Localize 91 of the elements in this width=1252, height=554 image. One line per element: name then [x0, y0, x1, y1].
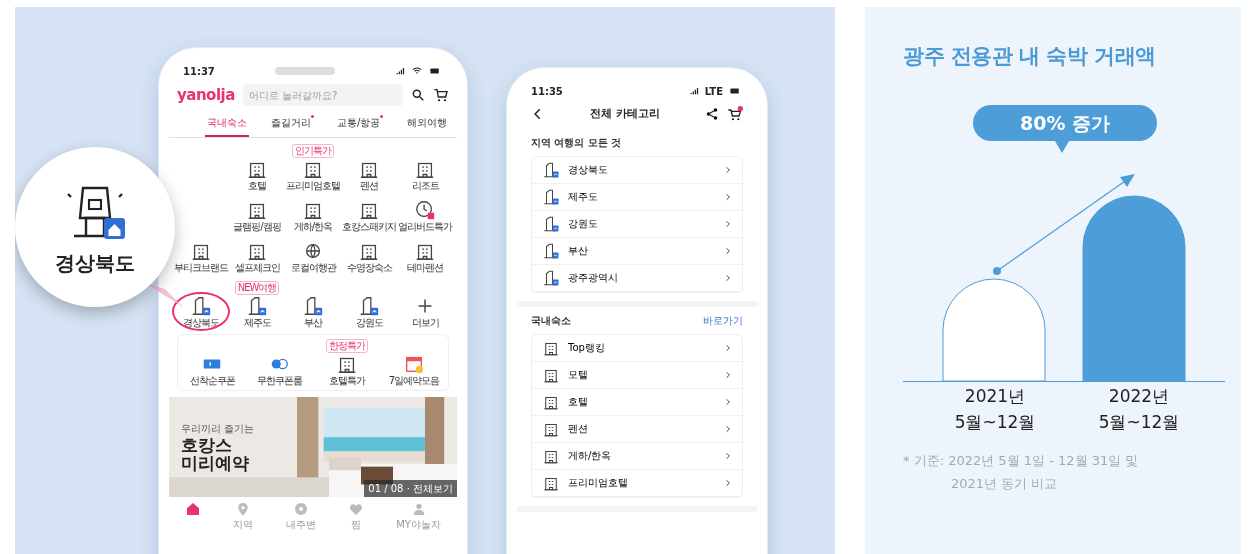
network-label: LTE	[704, 84, 723, 99]
landmark-icon	[302, 294, 324, 317]
section-link[interactable]: 바로가기	[703, 312, 743, 328]
status-time: 11:37	[183, 64, 215, 79]
bar-year-label: 2022년	[1107, 385, 1171, 409]
list-item[interactable]: 부산	[532, 237, 742, 265]
category-label[interactable]: 수영장숙소	[346, 261, 392, 273]
category-label[interactable]: 경상북도	[183, 316, 219, 328]
banner-title: 미리예약	[181, 454, 250, 473]
search-field[interactable]: 어디로 놀러갈까요?	[242, 84, 403, 107]
category-label[interactable]: 리조트	[411, 179, 439, 191]
list-item[interactable]: 호텔	[532, 388, 742, 416]
chevron-icon	[724, 246, 732, 255]
landmark-icon	[542, 268, 560, 287]
list-item[interactable]: 광주광역시	[532, 264, 742, 292]
landmark-icon	[542, 160, 560, 179]
bar-year-label: 2021년	[963, 385, 1027, 409]
chevron-icon	[724, 273, 732, 282]
screen-title: 전체 카테고리	[590, 106, 660, 122]
cart-icon[interactable]	[727, 106, 743, 123]
category-label[interactable]: 셀프체크인	[234, 261, 280, 273]
landmark-icon	[542, 187, 560, 206]
home-icon[interactable]	[185, 500, 202, 517]
promo-tag: 한정특가	[325, 338, 368, 353]
category-label[interactable]: 프리미엄호텔	[286, 179, 340, 191]
category-label[interactable]: 얼리버드특가	[398, 220, 452, 232]
footnote: * 기준: 2022년 5월 1일 - 12월 31일 및 2021년 동기 비교	[903, 451, 1140, 493]
category-label[interactable]: 호캉스패키지	[342, 220, 396, 232]
signal-icon	[688, 86, 701, 96]
landmark-icon	[246, 294, 268, 317]
chevron-icon	[724, 192, 732, 201]
promo-tag: NEW여행	[234, 280, 280, 295]
chart-title: 광주 전용관 내 숙박 거래액	[903, 43, 1157, 70]
bar-period-label: 5월~12월	[953, 411, 1037, 435]
landmark-icon	[542, 241, 560, 260]
notch	[274, 67, 335, 75]
signal-icon	[395, 66, 407, 76]
category-label[interactable]: 제주도	[243, 316, 271, 328]
category-label[interactable]: 테마펜션	[407, 261, 443, 273]
category-label[interactable]: 게하/한옥	[293, 220, 333, 232]
chevron-icon	[724, 343, 732, 352]
promo-tag: 인기특가	[292, 143, 334, 158]
category-label[interactable]: 강원도	[355, 316, 383, 328]
category-label[interactable]: 로컬여행관	[290, 261, 336, 273]
list-item[interactable]: 제주도	[532, 183, 742, 211]
category-label[interactable]: 호텔	[248, 179, 266, 191]
section-title: 지역 여행의 모든 것	[531, 135, 622, 150]
list-item[interactable]: 프리미엄호텔	[532, 469, 742, 497]
chevron-icon	[724, 219, 732, 228]
landmark-icon	[190, 294, 212, 317]
status-time: 11:35	[531, 84, 563, 99]
landmark-icon	[358, 294, 380, 317]
list-item[interactable]: 모텔	[532, 361, 742, 389]
category-label[interactable]: 부산	[304, 316, 322, 328]
app-logo: yanolja	[177, 85, 235, 106]
chevron-icon	[724, 165, 732, 174]
category-tab[interactable]: 교통/항공	[335, 110, 386, 137]
cart-icon[interactable]	[433, 87, 449, 104]
category-label[interactable]: 7일예약모음	[388, 374, 440, 386]
category-label[interactable]: 무한쿠폰룸	[256, 374, 302, 386]
category-label[interactable]: 호텔특가	[328, 374, 365, 386]
list-item[interactable]: 펜션	[532, 415, 742, 443]
category-label[interactable]: 펜션	[360, 179, 378, 191]
wifi-icon	[411, 66, 423, 76]
chevron-icon	[724, 370, 732, 379]
category-tab[interactable]: 해외여행	[404, 110, 449, 137]
category-label[interactable]: 글램핑/캠핑	[233, 220, 281, 232]
category-label[interactable]: 부티크브랜드	[174, 261, 228, 273]
region-label: 경상북도	[55, 250, 135, 277]
category-tab[interactable]: 국내숙소	[205, 110, 249, 137]
share-icon[interactable]	[705, 107, 719, 122]
banner-subtitle: 우리끼리 즐기는	[181, 421, 255, 436]
bubble-pointer	[1055, 141, 1069, 154]
search-icon[interactable]	[411, 88, 425, 103]
clock-icon	[414, 198, 436, 221]
callout-bubble: 80% 증가	[973, 104, 1157, 142]
chevron-icon	[724, 478, 732, 487]
section-title: 국내숙소	[531, 313, 571, 328]
chevron-icon	[724, 424, 732, 433]
bar-period-label: 5월~12월	[1097, 411, 1181, 435]
category-label[interactable]: 더보기	[411, 316, 439, 328]
list-item[interactable]: 경상북도	[532, 156, 742, 184]
category-tab[interactable]: 즐길거리	[268, 110, 316, 137]
banner-title: 호캉스	[181, 435, 233, 455]
chevron-icon	[724, 451, 732, 460]
landmark-icon	[542, 214, 560, 233]
category-label[interactable]: 선착순쿠폰	[189, 374, 235, 386]
chevron-icon	[724, 397, 732, 406]
list-item[interactable]: 강원도	[532, 210, 742, 238]
list-item[interactable]: 게하/한옥	[532, 442, 742, 470]
list-item[interactable]: Top랭킹	[532, 334, 742, 362]
